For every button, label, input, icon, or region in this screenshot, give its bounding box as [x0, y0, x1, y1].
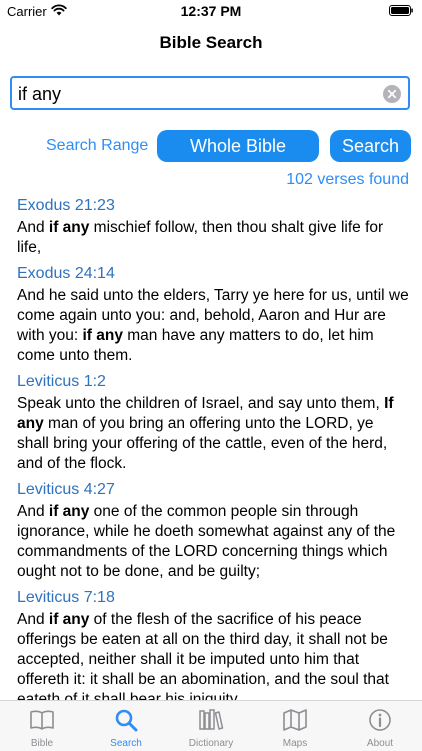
result-item[interactable]: Exodus 21:23 And if any mischief follow,… — [17, 196, 409, 258]
verse-text-before: And — [17, 219, 49, 236]
results-count: 102 verses found — [286, 171, 409, 188]
tab-maps[interactable]: Maps — [253, 701, 337, 751]
book-icon — [30, 710, 54, 730]
result-item[interactable]: Leviticus 7:18 And if any of the flesh o… — [17, 588, 409, 700]
tab-search[interactable]: Search — [84, 701, 168, 751]
verse-reference[interactable]: Exodus 21:23 — [17, 196, 409, 216]
verse-text: And he said unto the elders, Tarry ye he… — [17, 286, 409, 366]
tab-label: Search — [110, 738, 142, 749]
verse-text: And if any mischief follow, then thou sh… — [17, 218, 409, 258]
clear-icon[interactable] — [383, 85, 401, 103]
search-range-label[interactable]: Search Range — [46, 137, 148, 155]
range-selector-button[interactable]: Whole Bible — [157, 130, 319, 162]
tab-label: Dictionary — [188, 738, 234, 749]
result-item[interactable]: Leviticus 1:2 Speak unto the children of… — [17, 372, 409, 474]
tab-about[interactable]: About — [338, 701, 422, 751]
status-time: 12:37 PM — [180, 3, 242, 19]
status-bar: Carrier 12:37 PM — [0, 0, 422, 24]
verse-reference[interactable]: Leviticus 4:27 — [17, 480, 409, 500]
results-list[interactable]: Exodus 21:23 And if any mischief follow,… — [17, 196, 409, 700]
search-field[interactable] — [10, 76, 410, 110]
verse-text: And if any of the flesh of the sacrifice… — [17, 610, 409, 700]
verse-text: And if any one of the common people sin … — [17, 502, 409, 582]
map-icon — [283, 709, 307, 731]
battery-icon — [389, 5, 413, 16]
tab-bar: Bible Search Dictionary Maps About — [0, 700, 422, 751]
verse-reference[interactable]: Exodus 24:14 — [17, 264, 409, 284]
verse-text-before: And — [17, 503, 49, 520]
tab-dictionary[interactable]: Dictionary — [169, 701, 253, 751]
page-title: Bible Search — [159, 33, 263, 52]
search-input[interactable] — [18, 82, 378, 106]
verse-text: Speak unto the children of Israel, and s… — [17, 394, 409, 474]
verse-text-before: Speak unto the children of Israel, and s… — [17, 395, 385, 412]
books-icon — [199, 709, 224, 730]
verse-text-after: man of you bring an offering unto the LO… — [17, 415, 388, 472]
search-button[interactable]: Search — [330, 130, 411, 162]
magnifier-icon — [115, 709, 138, 732]
result-item[interactable]: Exodus 24:14 And he said unto the elders… — [17, 264, 409, 366]
match-highlight: if any — [48, 219, 90, 236]
match-highlight: if any — [48, 503, 90, 520]
verse-reference[interactable]: Leviticus 7:18 — [17, 588, 409, 608]
match-highlight: if any — [48, 611, 90, 628]
tab-bible[interactable]: Bible — [0, 701, 84, 751]
result-item[interactable]: Leviticus 4:27 And if any one of the com… — [17, 480, 409, 582]
tab-label: About — [366, 738, 394, 749]
match-highlight: if any — [82, 327, 123, 344]
verse-reference[interactable]: Leviticus 1:2 — [17, 372, 409, 392]
verse-text-before: And — [17, 611, 49, 628]
info-icon — [369, 709, 391, 731]
tab-label: Maps — [282, 738, 308, 749]
tab-label: Bible — [30, 738, 54, 749]
